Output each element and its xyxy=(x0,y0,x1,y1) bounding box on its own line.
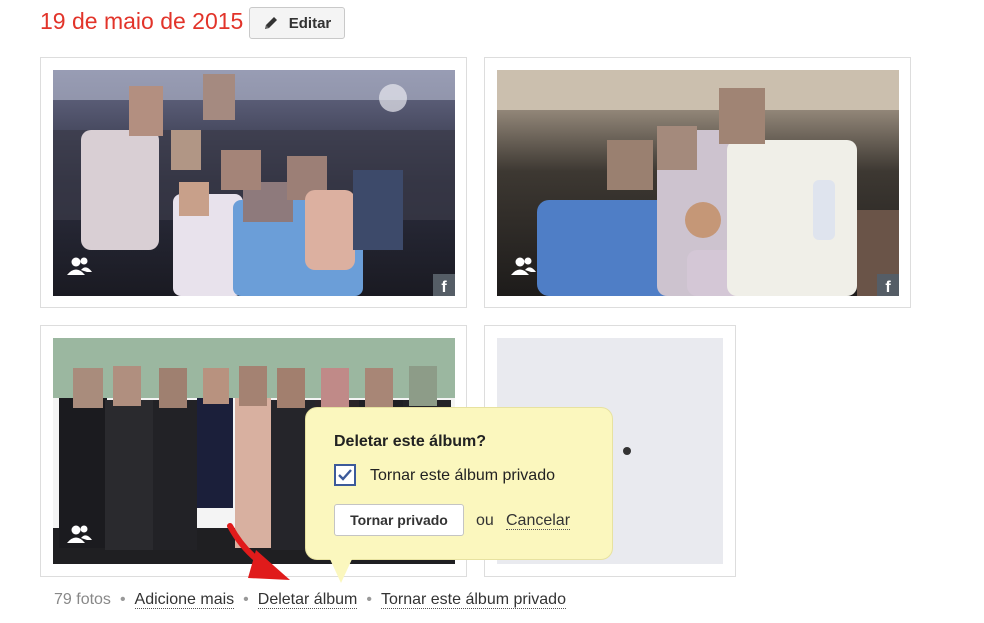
party-photo[interactable]: f xyxy=(53,70,455,296)
delete-album-popover: Deletar este álbum? Tornar este álbum pr… xyxy=(305,407,613,560)
photo-card[interactable]: f xyxy=(40,57,467,308)
more-dots-icon xyxy=(623,447,631,455)
red-arrow-icon xyxy=(226,522,296,591)
make-album-private-link[interactable]: Tornar este álbum privado xyxy=(380,591,566,609)
people-icon xyxy=(511,257,537,280)
separator-dot: • xyxy=(366,591,372,608)
people-icon xyxy=(67,257,93,280)
people-icon xyxy=(67,525,93,548)
edit-button-label: Editar xyxy=(288,14,332,32)
separator-dot: • xyxy=(243,591,249,608)
separator-dot: • xyxy=(119,591,126,608)
facebook-icon: f xyxy=(877,274,899,296)
photo-card[interactable]: f xyxy=(484,57,911,308)
facebook-icon: f xyxy=(433,274,455,296)
photo-count: 79 fotos xyxy=(54,591,111,608)
popover-title: Deletar este álbum? xyxy=(334,433,487,450)
edit-button[interactable]: Editar xyxy=(249,7,345,39)
private-checkbox-label[interactable]: Tornar este álbum privado xyxy=(370,467,555,485)
or-text: ou xyxy=(476,512,494,529)
pencil-icon xyxy=(263,15,279,31)
album-footer: 79 fotos • Adicione mais • Deletar álbum • Tor… xyxy=(54,591,566,609)
popover-tail xyxy=(329,557,353,583)
private-checkbox[interactable] xyxy=(334,464,356,486)
checkmark-icon xyxy=(338,469,352,481)
add-more-link[interactable]: Adicione mais xyxy=(134,591,235,609)
make-private-button[interactable]: Tornar privado xyxy=(334,504,464,536)
party-photo[interactable]: f xyxy=(497,70,899,296)
album-date: 19 de maio de 2015 xyxy=(40,8,244,34)
cancel-link[interactable]: Cancelar xyxy=(506,512,571,530)
delete-album-link[interactable]: Deletar álbum xyxy=(257,591,358,609)
